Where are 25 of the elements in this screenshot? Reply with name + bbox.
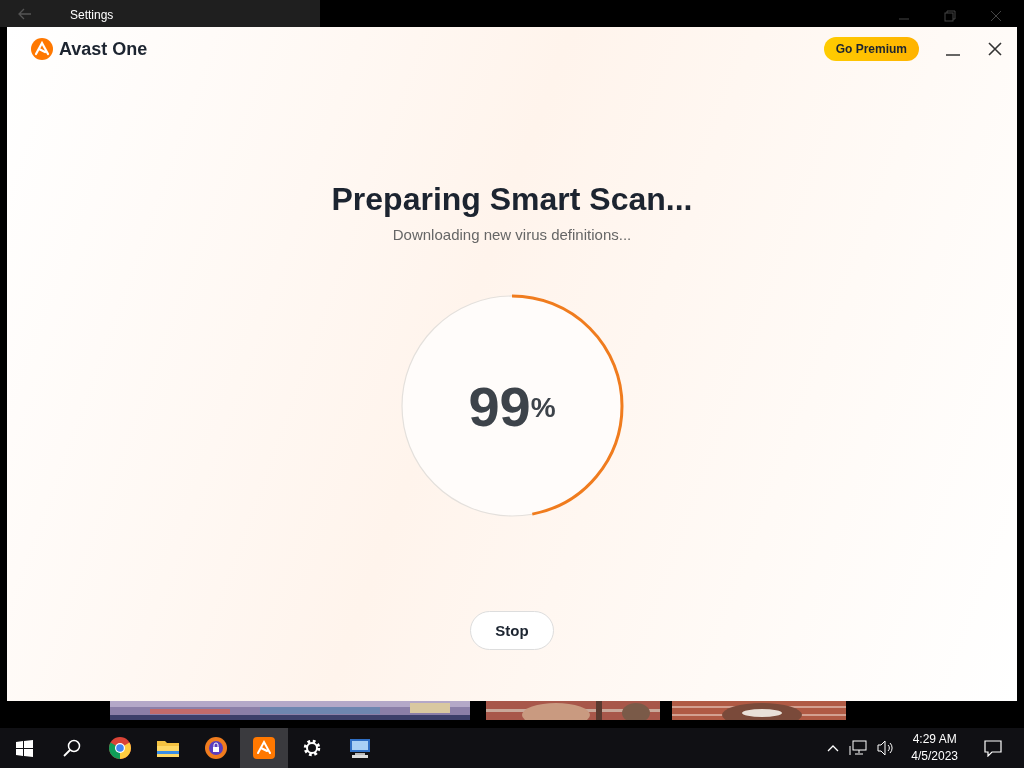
chevron-up-icon[interactable] [827,744,840,752]
notification-icon[interactable] [984,739,1002,757]
clock-date[interactable]: 4/5/2023 [911,748,958,765]
percent-sign: % [530,392,556,423]
clock-time[interactable]: 4:29 AM [912,731,957,748]
close-icon[interactable] [987,41,1003,57]
taskbar-button[interactable] [240,728,288,768]
computer-icon [348,737,372,759]
windows-logo-icon [15,739,33,757]
window-title: Settings [70,8,114,22]
folder-icon [156,738,180,758]
network-icon[interactable] [849,740,868,756]
stop-button[interactable]: Stop [470,611,554,650]
progress-value: 99 [468,373,531,439]
settings-icon [302,738,322,758]
search-icon [63,739,81,757]
scan-title: Preparing Smart Scan... [331,181,693,218]
volume-icon[interactable] [877,740,896,756]
logo-icon [252,736,276,760]
logo-icon [30,37,54,61]
lock-icon [204,736,228,760]
app-name: Avast One [59,38,148,60]
browser-icon [108,736,132,760]
scan-status: Downloading new virus definitions... [392,226,632,243]
go-premium-button[interactable]: Go Premium [823,37,919,61]
